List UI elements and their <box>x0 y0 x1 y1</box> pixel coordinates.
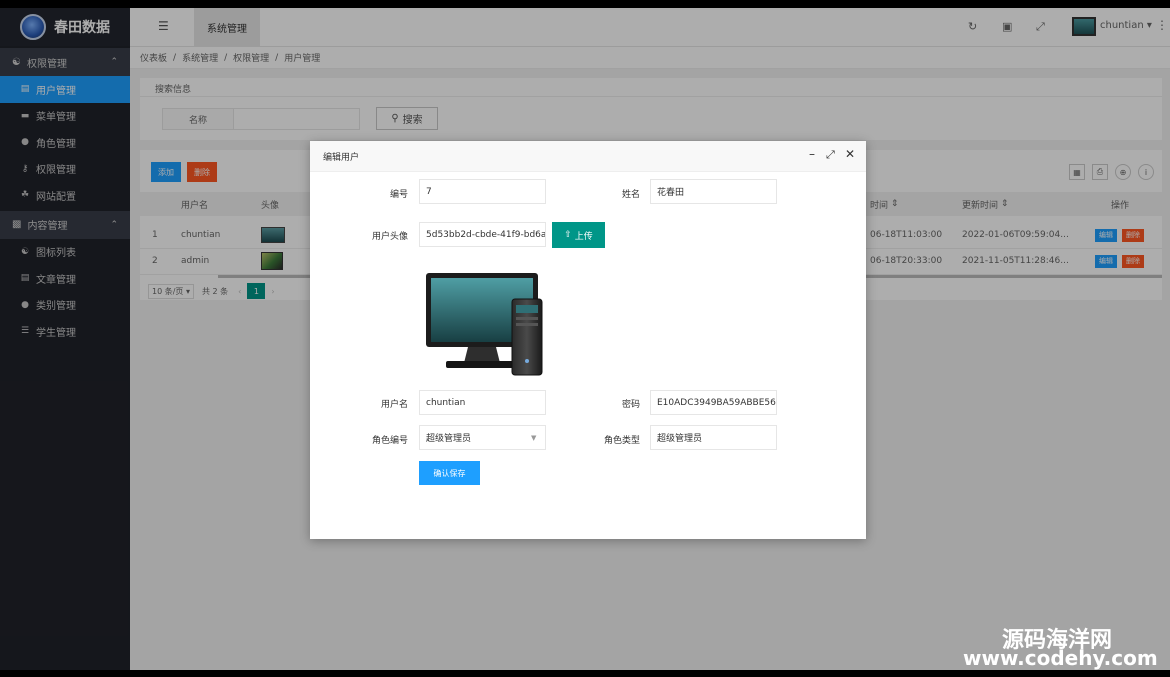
avatar-preview-image <box>426 273 543 376</box>
field-role-type-label: 角色类型 <box>603 436 640 446</box>
app-frame: 春田数据 ☯ 权限管理 ⌃ ▤ 用户管理 ▬ 菜单管理 ● 角色管理 ⚷ 权限管… <box>0 8 1170 670</box>
field-password-label: 密码 <box>621 400 640 410</box>
edit-user-dialog: 编辑用户 – ⤢ ✕ 编号 7 姓名 花春田 用户头像 5d53bb2d-cbd… <box>310 141 866 539</box>
watermark-url: www.codehy.com <box>963 646 1158 670</box>
field-role-type-input[interactable]: 超级管理员 <box>650 425 777 450</box>
maximize-icon[interactable]: ⤢ <box>826 148 835 162</box>
field-name-input[interactable]: 花春田 <box>650 179 777 204</box>
save-button[interactable]: 确认保存 <box>419 461 480 485</box>
tower-slot <box>516 317 538 320</box>
upload-button[interactable]: ⇧ 上传 <box>552 222 605 248</box>
tower-slot <box>516 323 538 326</box>
dialog-title: 编辑用户 <box>323 153 360 163</box>
tower-power-light <box>525 359 529 363</box>
field-id-input[interactable]: 7 <box>419 179 546 204</box>
monitor-neck <box>464 347 500 363</box>
tower-panel <box>516 305 538 313</box>
field-id-label: 编号 <box>389 190 408 200</box>
monitor-base <box>446 361 518 368</box>
field-avatar-label: 用户头像 <box>371 232 408 242</box>
dialog-header: 编辑用户 – ⤢ ✕ <box>310 141 866 172</box>
upload-button-label: 上传 <box>574 231 593 242</box>
upload-icon: ⇧ <box>564 230 572 240</box>
field-avatar-input[interactable]: 5d53bb2d-cbde-41f9-bd6a-0 <box>419 222 546 247</box>
field-username-input[interactable]: chuntian <box>419 390 546 415</box>
field-username-label: 用户名 <box>380 400 408 410</box>
close-icon[interactable]: ✕ <box>845 147 855 161</box>
field-role-id-select[interactable]: 超级管理员 <box>419 425 546 450</box>
chevron-down-icon: ▼ <box>531 434 537 442</box>
field-role-id-label: 角色编号 <box>371 436 408 446</box>
field-password-input[interactable]: E10ADC3949BA59ABBE56E <box>650 390 777 415</box>
field-name-label: 姓名 <box>621 190 640 200</box>
minimize-icon[interactable]: – <box>809 147 815 161</box>
